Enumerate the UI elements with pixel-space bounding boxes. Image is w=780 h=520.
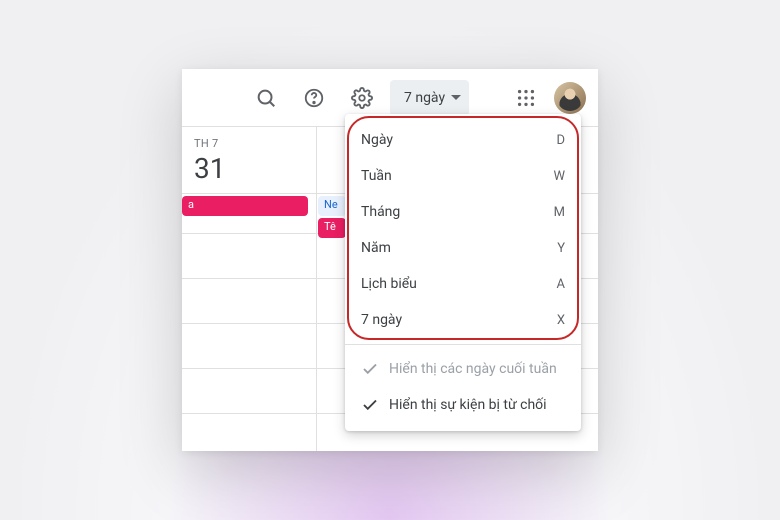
view-select-label: 7 ngày — [404, 90, 445, 106]
toggle-show-weekends[interactable]: Hiển thị các ngày cuối tuần — [345, 351, 581, 387]
toggle-label: Hiển thị các ngày cuối tuần — [389, 361, 557, 377]
event-pink-1[interactable]: a — [182, 196, 308, 216]
menu-item-week[interactable]: Tuần W — [345, 158, 581, 194]
menu-item-year[interactable]: Năm Y — [345, 230, 581, 266]
menu-shortcut: X — [557, 313, 565, 328]
view-dropdown: Ngày D Tuần W Tháng M Năm Y Lịch biểu A … — [345, 114, 581, 431]
event-pink-2[interactable]: Tê — [318, 218, 346, 238]
menu-shortcut: D — [556, 133, 565, 148]
apps-grid-icon — [515, 87, 537, 109]
menu-shortcut: Y — [557, 241, 565, 256]
menu-label: Tuần — [361, 168, 553, 184]
view-select[interactable]: 7 ngày — [390, 80, 469, 116]
toggle-label: Hiển thị sự kiện bị từ chối — [389, 397, 547, 413]
help-button[interactable] — [294, 78, 334, 118]
menu-separator — [345, 344, 581, 345]
menu-label: Tháng — [361, 204, 554, 220]
chevron-down-icon — [451, 95, 461, 101]
search-button[interactable] — [246, 78, 286, 118]
settings-button[interactable] — [342, 78, 382, 118]
calendar-window: 7 ngày TH 7 31 a Ne Tê Ngày D Tuần — [182, 69, 598, 451]
search-icon — [255, 87, 277, 109]
apps-button[interactable] — [506, 78, 546, 118]
avatar[interactable] — [554, 82, 586, 114]
menu-item-7days[interactable]: 7 ngày X — [345, 302, 581, 338]
gear-icon — [351, 87, 373, 109]
menu-label: 7 ngày — [361, 312, 557, 328]
check-icon — [361, 396, 379, 414]
menu-label: Năm — [361, 240, 557, 256]
menu-shortcut: W — [553, 169, 565, 184]
check-icon — [361, 360, 379, 378]
help-icon — [303, 87, 325, 109]
menu-item-schedule[interactable]: Lịch biểu A — [345, 266, 581, 302]
menu-label: Ngày — [361, 132, 556, 148]
menu-label: Lịch biểu — [361, 276, 557, 292]
menu-item-month[interactable]: Tháng M — [345, 194, 581, 230]
menu-shortcut: A — [557, 277, 565, 292]
event-blue-1[interactable]: Ne — [318, 196, 346, 216]
menu-shortcut: M — [554, 205, 565, 220]
toggle-show-declined[interactable]: Hiển thị sự kiện bị từ chối — [345, 387, 581, 423]
menu-item-day[interactable]: Ngày D — [345, 122, 581, 158]
